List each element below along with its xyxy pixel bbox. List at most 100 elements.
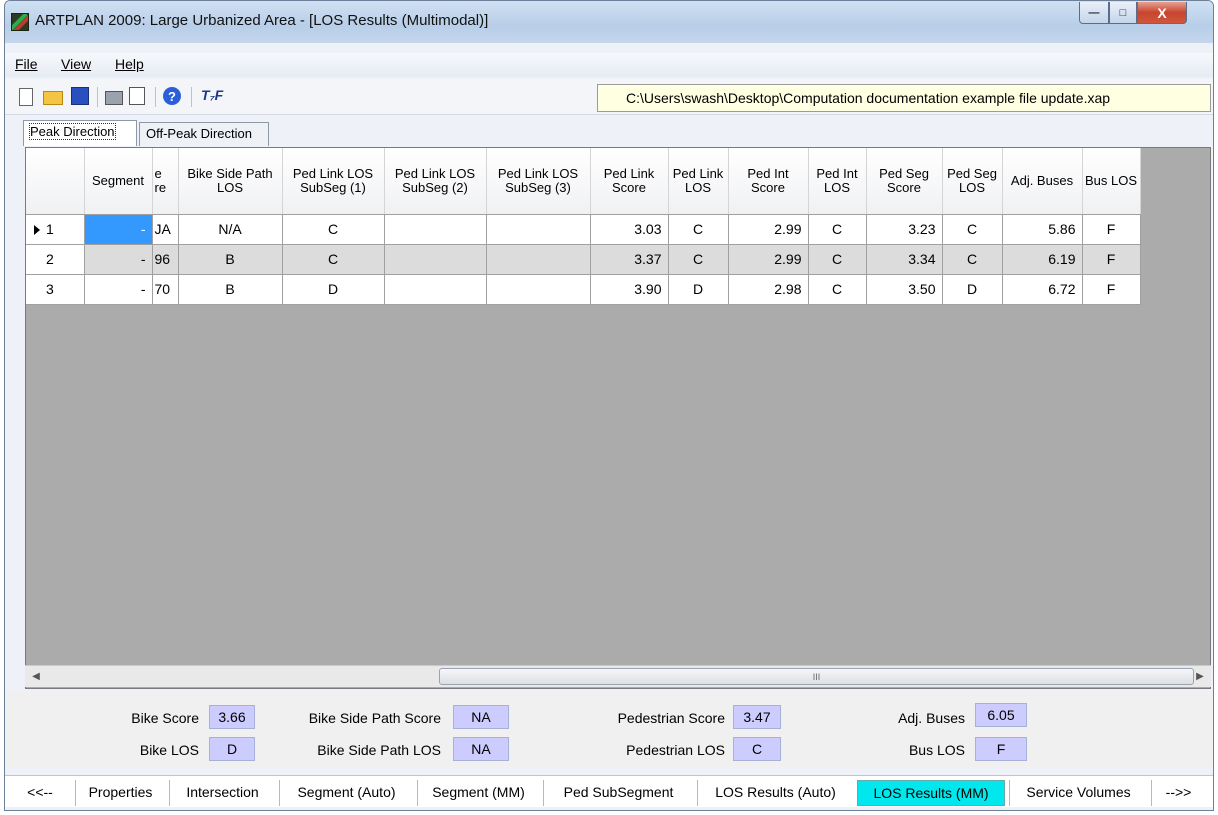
tab-intersection[interactable]: Intersection — [169, 780, 275, 806]
cell-bike-side-path-los[interactable]: B — [178, 274, 283, 305]
tab-segment-mm[interactable]: Segment (MM) — [417, 780, 539, 806]
col-header-adj-buses[interactable]: Adj. Buses — [1002, 148, 1083, 215]
col-header-ped-int-los[interactable]: Ped Int LOS — [808, 148, 867, 215]
col-header-ped-int-score[interactable]: Ped Int Score — [728, 148, 809, 215]
tab-peak-direction[interactable]: Peak Direction — [23, 120, 137, 146]
tab-ped-subsegment[interactable]: Ped SubSegment — [543, 780, 693, 806]
scroll-left-arrow-icon[interactable]: ◀ — [25, 666, 47, 687]
cell-ped-int-score[interactable]: 2.99 — [728, 214, 809, 245]
col-header-ped-link-subseg-2[interactable]: Ped Link LOS SubSeg (2) — [384, 148, 487, 215]
help-icon[interactable]: ? — [163, 87, 181, 105]
cell-segment[interactable]: - — [84, 274, 153, 305]
cell-clipped[interactable]: 70 — [152, 274, 179, 305]
tab-segment-auto[interactable]: Segment (Auto) — [279, 780, 413, 806]
maximize-button[interactable]: □ — [1109, 2, 1137, 24]
cell-ped-int-los[interactable]: C — [808, 214, 867, 245]
cell-bus-los[interactable]: F — [1082, 244, 1141, 275]
cell-ped-link-subseg-2[interactable] — [384, 274, 487, 305]
col-header-segment[interactable]: Segment — [84, 148, 153, 215]
col-header-bike-side-path-los[interactable]: Bike Side Path LOS — [178, 148, 283, 215]
cell-ped-link-subseg-2[interactable] — [384, 244, 487, 275]
cell-ped-link-score[interactable]: 3.37 — [590, 244, 669, 275]
col-header-ped-seg-score[interactable]: Ped Seg Score — [866, 148, 943, 215]
col-header-ped-link-los[interactable]: Ped Link LOS — [668, 148, 729, 215]
cell-ped-int-los[interactable]: C — [808, 244, 867, 275]
cell-ped-link-los[interactable]: C — [668, 214, 729, 245]
app-icon — [11, 13, 29, 31]
tab-next[interactable]: -->> — [1151, 780, 1205, 806]
menu-help[interactable]: Help — [115, 56, 144, 72]
cell-ped-seg-score[interactable]: 3.23 — [866, 214, 943, 245]
close-button[interactable]: X — [1137, 2, 1187, 24]
pedestrian-los-label: Pedestrian LOS — [626, 742, 725, 758]
cell-segment[interactable]: - — [84, 214, 153, 245]
cell-clipped[interactable]: 96 — [152, 244, 179, 275]
scroll-thumb[interactable]: III — [439, 668, 1194, 685]
cell-ped-link-subseg-3[interactable] — [486, 244, 591, 275]
cell-ped-link-los[interactable]: C — [668, 244, 729, 275]
row-header[interactable]: 1 — [26, 214, 85, 245]
title-bar: ARTPLAN 2009: Large Urbanized Area - [LO… — [5, 1, 1213, 43]
results-table: Segment e re Bike Side Path LOS Ped Link… — [26, 148, 1141, 305]
row-header[interactable]: 2 — [26, 244, 85, 275]
cell-ped-link-subseg-1[interactable]: C — [282, 244, 385, 275]
tab-prev[interactable]: <<-- — [13, 780, 67, 806]
cell-ped-link-los[interactable]: D — [668, 274, 729, 305]
cell-bike-side-path-los[interactable]: B — [178, 244, 283, 275]
table-row[interactable]: 2 - 96 B C 3.37 C 2.99 C 3.34 C 6.19 F — [26, 244, 1141, 275]
cell-ped-link-score[interactable]: 3.90 — [590, 274, 669, 305]
tab-service-volumes[interactable]: Service Volumes — [1009, 780, 1147, 806]
col-header-ped-link-subseg-1[interactable]: Ped Link LOS SubSeg (1) — [282, 148, 385, 215]
horizontal-scrollbar[interactable]: ◀ III ▶ — [25, 665, 1211, 687]
table-row[interactable]: 3 - 70 B D 3.90 D 2.98 C 3.50 D 6.72 F — [26, 274, 1141, 305]
cell-ped-link-subseg-1[interactable]: C — [282, 214, 385, 245]
bike-score-label: Bike Score — [131, 710, 199, 726]
row-header[interactable]: 3 — [26, 274, 85, 305]
col-header-ped-link-score[interactable]: Ped Link Score — [590, 148, 669, 215]
scroll-right-arrow-icon[interactable]: ▶ — [1189, 666, 1211, 687]
cell-segment[interactable]: - — [84, 244, 153, 275]
col-header-bus-los[interactable]: Bus LOS — [1082, 148, 1141, 215]
menu-view[interactable]: View — [61, 56, 91, 72]
cell-bus-los[interactable]: F — [1082, 214, 1141, 245]
tab-los-results-auto[interactable]: LOS Results (Auto) — [697, 780, 853, 806]
results-grid[interactable]: Segment e re Bike Side Path LOS Ped Link… — [25, 147, 1211, 689]
cell-ped-seg-los[interactable]: D — [942, 274, 1003, 305]
save-icon[interactable] — [71, 87, 89, 105]
cell-ped-seg-los[interactable]: C — [942, 244, 1003, 275]
cell-ped-seg-score[interactable]: 3.50 — [866, 274, 943, 305]
cell-bike-side-path-los[interactable]: N/A — [178, 214, 283, 245]
cell-adj-buses[interactable]: 6.72 — [1002, 274, 1083, 305]
cell-ped-seg-los[interactable]: C — [942, 214, 1003, 245]
col-header-ped-seg-los[interactable]: Ped Seg LOS — [942, 148, 1003, 215]
cell-ped-link-subseg-1[interactable]: D — [282, 274, 385, 305]
cell-ped-link-subseg-2[interactable] — [384, 214, 487, 245]
pedestrian-los-value: C — [733, 737, 781, 761]
minimize-button[interactable]: — — [1079, 2, 1109, 24]
cell-adj-buses[interactable]: 6.19 — [1002, 244, 1083, 275]
cell-clipped[interactable]: JA — [152, 214, 179, 245]
tab-properties[interactable]: Properties — [75, 780, 165, 806]
new-file-icon[interactable] — [19, 88, 33, 106]
col-header-ped-link-subseg-3[interactable]: Ped Link LOS SubSeg (3) — [486, 148, 591, 215]
table-row[interactable]: 1 - JA N/A C 3.03 C 2.99 C 3.23 C 5.86 F — [26, 214, 1141, 245]
tf-icon[interactable]: T₇F — [201, 87, 225, 107]
cell-ped-link-score[interactable]: 3.03 — [590, 214, 669, 245]
print-preview-icon[interactable] — [129, 87, 145, 105]
cell-ped-int-score[interactable]: 2.99 — [728, 244, 809, 275]
tab-los-results-mm[interactable]: LOS Results (MM) — [857, 780, 1005, 806]
cell-bus-los[interactable]: F — [1082, 274, 1141, 305]
menu-file[interactable]: File — [15, 56, 38, 72]
menu-view-label: View — [61, 56, 92, 72]
toolbar-separator — [191, 87, 192, 107]
cell-adj-buses[interactable]: 5.86 — [1002, 214, 1083, 245]
col-header-clipped[interactable]: e re — [152, 148, 179, 215]
cell-ped-int-los[interactable]: C — [808, 274, 867, 305]
cell-ped-seg-score[interactable]: 3.34 — [866, 244, 943, 275]
cell-ped-link-subseg-3[interactable] — [486, 274, 591, 305]
tab-offpeak-direction[interactable]: Off-Peak Direction — [139, 122, 269, 146]
cell-ped-int-score[interactable]: 2.98 — [728, 274, 809, 305]
open-folder-icon[interactable] — [43, 91, 63, 105]
print-icon[interactable] — [105, 91, 123, 105]
cell-ped-link-subseg-3[interactable] — [486, 214, 591, 245]
